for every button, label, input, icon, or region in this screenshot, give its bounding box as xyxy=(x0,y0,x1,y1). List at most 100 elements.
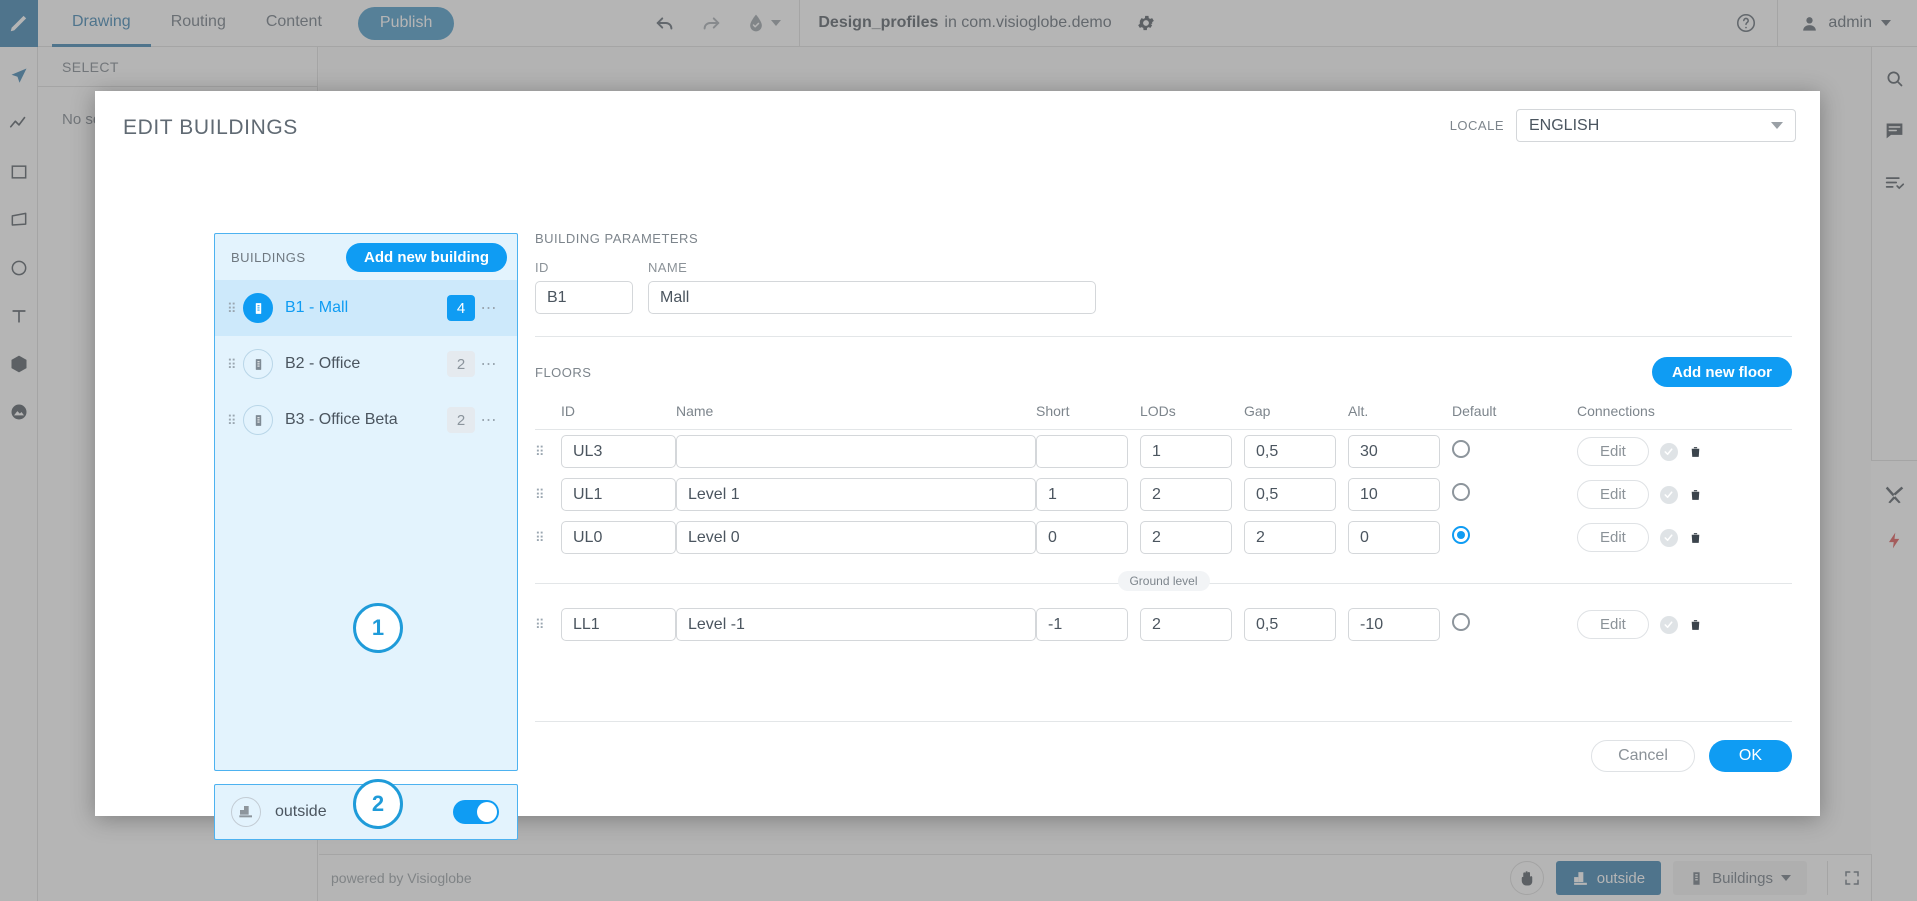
floor-alt-cell xyxy=(1348,516,1452,559)
chevron-down-icon xyxy=(1771,122,1783,129)
building-name-label: NAME xyxy=(648,260,688,275)
buildings-list: ⠿ B1 - Mall 4 ⋯ ⠿ B2 - Office 2 ⋯ ⠿ B3 -… xyxy=(215,280,517,448)
locale-select[interactable]: ENGLISH xyxy=(1516,109,1796,142)
floor-gap-input[interactable] xyxy=(1244,478,1336,511)
col-alt: Alt. xyxy=(1348,403,1452,430)
toggle-knob xyxy=(477,802,497,822)
add-new-building-button[interactable]: Add new building xyxy=(346,242,507,272)
floor-short-cell xyxy=(1036,603,1140,646)
ellipsis-icon[interactable]: ⋯ xyxy=(475,354,503,374)
edit-connections-button[interactable]: Edit xyxy=(1577,437,1649,466)
drag-handle-icon[interactable]: ⠿ xyxy=(535,516,561,559)
drag-handle-icon[interactable]: ⠿ xyxy=(227,302,243,315)
cancel-button[interactable]: Cancel xyxy=(1591,740,1695,772)
floor-default-radio[interactable] xyxy=(1452,613,1470,631)
floor-id-cell xyxy=(561,516,676,559)
floor-alt-input[interactable] xyxy=(1348,478,1440,511)
floor-short-input[interactable] xyxy=(1036,521,1128,554)
col-gap: Gap xyxy=(1244,403,1348,430)
floor-gap-cell xyxy=(1244,430,1348,474)
floor-default-radio[interactable] xyxy=(1452,483,1470,501)
edit-connections-button[interactable]: Edit xyxy=(1577,523,1649,552)
table-row[interactable]: ⠿ Edit xyxy=(535,603,1792,646)
floor-id-input[interactable] xyxy=(561,478,676,511)
ellipsis-icon[interactable]: ⋯ xyxy=(475,298,503,318)
floor-lods-input[interactable] xyxy=(1140,478,1232,511)
floor-alt-input[interactable] xyxy=(1348,521,1440,554)
ok-button[interactable]: OK xyxy=(1708,740,1792,772)
col-name: Name xyxy=(676,403,1036,430)
floor-name-input[interactable] xyxy=(676,608,1036,641)
floor-default-radio[interactable] xyxy=(1452,440,1470,458)
floor-gap-input[interactable] xyxy=(1244,608,1336,641)
floor-short-cell xyxy=(1036,430,1140,474)
floor-default-cell xyxy=(1452,516,1577,559)
trash-icon[interactable] xyxy=(1689,617,1702,633)
floor-default-cell xyxy=(1452,430,1577,474)
floor-name-cell xyxy=(676,516,1036,559)
edit-connections-button[interactable]: Edit xyxy=(1577,610,1649,639)
building-name-label: B2 - Office xyxy=(285,355,361,372)
table-row[interactable]: ⠿ Edit xyxy=(535,473,1792,516)
floor-gap-input[interactable] xyxy=(1244,521,1336,554)
floor-lods-input[interactable] xyxy=(1140,435,1232,468)
col-id: ID xyxy=(561,403,676,430)
floor-lods-cell xyxy=(1140,430,1244,474)
floor-alt-cell xyxy=(1348,603,1452,646)
building-form: BUILDING PARAMETERS ID NAME FLOORS Add n… xyxy=(535,231,1792,646)
drag-handle-icon[interactable]: ⠿ xyxy=(535,603,561,646)
building-id-field-group: ID xyxy=(535,260,633,314)
locale-control: LOCALE ENGLISH xyxy=(1450,109,1796,142)
floor-name-input[interactable] xyxy=(676,478,1036,511)
floor-lods-input[interactable] xyxy=(1140,521,1232,554)
floor-alt-input[interactable] xyxy=(1348,435,1440,468)
floor-default-cell xyxy=(1452,473,1577,516)
building-name-label: B1 - Mall xyxy=(285,299,349,316)
floor-gap-cell xyxy=(1244,516,1348,559)
building-list-item-b3[interactable]: ⠿ B3 - Office Beta 2 ⋯ xyxy=(215,392,517,448)
drag-handle-icon[interactable]: ⠿ xyxy=(227,414,243,427)
floor-lods-cell xyxy=(1140,516,1244,559)
add-new-floor-button[interactable]: Add new floor xyxy=(1652,357,1792,387)
floor-name-input[interactable] xyxy=(676,435,1036,468)
trash-icon[interactable] xyxy=(1689,444,1702,460)
drag-handle-icon[interactable]: ⠿ xyxy=(227,358,243,371)
floor-default-radio[interactable] xyxy=(1452,526,1470,544)
drag-handle-icon[interactable]: ⠿ xyxy=(535,430,561,474)
floor-connections-cell: Edit xyxy=(1577,516,1792,559)
check-circle-icon xyxy=(1659,615,1678,634)
locale-selected-value: ENGLISH xyxy=(1529,116,1600,134)
building-name-input[interactable] xyxy=(648,281,1096,314)
floor-short-input[interactable] xyxy=(1036,435,1128,468)
check-circle-icon xyxy=(1659,485,1678,504)
trash-icon[interactable] xyxy=(1689,487,1702,503)
floor-id-input[interactable] xyxy=(561,435,676,468)
floor-default-cell xyxy=(1452,603,1577,646)
ellipsis-icon[interactable]: ⋯ xyxy=(475,410,503,430)
ground-level-separator: Ground level xyxy=(535,571,1792,595)
floor-connections-cell: Edit xyxy=(1577,603,1792,646)
edit-connections-button[interactable]: Edit xyxy=(1577,480,1649,509)
building-icon xyxy=(243,349,273,379)
floor-id-input[interactable] xyxy=(561,521,676,554)
floor-id-cell xyxy=(561,430,676,474)
floor-id-cell xyxy=(561,473,676,516)
building-floor-count: 2 xyxy=(447,351,475,377)
floor-id-input[interactable] xyxy=(561,608,676,641)
floor-alt-input[interactable] xyxy=(1348,608,1440,641)
floor-short-input[interactable] xyxy=(1036,478,1128,511)
trash-icon[interactable] xyxy=(1689,530,1702,546)
floor-alt-cell xyxy=(1348,430,1452,474)
building-id-input[interactable] xyxy=(535,281,633,314)
outside-visibility-toggle[interactable] xyxy=(453,800,499,824)
building-list-item-b2[interactable]: ⠿ B2 - Office 2 ⋯ xyxy=(215,336,517,392)
floor-short-input[interactable] xyxy=(1036,608,1128,641)
floor-lods-input[interactable] xyxy=(1140,608,1232,641)
table-row[interactable]: ⠿ Edit xyxy=(535,516,1792,559)
floor-name-cell xyxy=(676,603,1036,646)
building-list-item-b1[interactable]: ⠿ B1 - Mall 4 ⋯ xyxy=(215,280,517,336)
floor-gap-input[interactable] xyxy=(1244,435,1336,468)
drag-handle-icon[interactable]: ⠿ xyxy=(535,473,561,516)
floor-name-input[interactable] xyxy=(676,521,1036,554)
table-row[interactable]: ⠿ Edit xyxy=(535,430,1792,474)
